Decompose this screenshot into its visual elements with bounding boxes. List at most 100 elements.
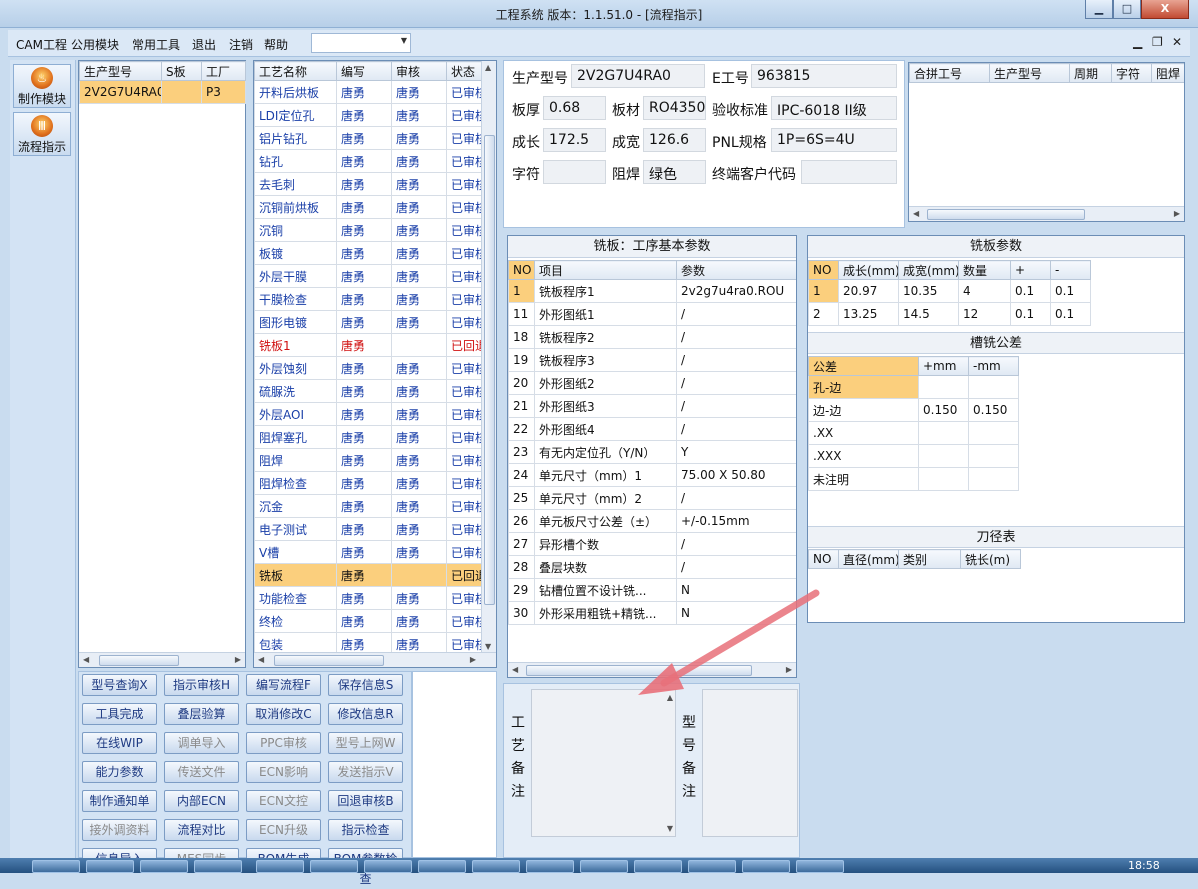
action-button[interactable]: 接外调资料 xyxy=(82,819,157,841)
table-row[interactable]: 铣板唐勇 已回退 xyxy=(254,563,483,587)
col-reviewer[interactable]: 审核 xyxy=(391,61,447,81)
table-row[interactable]: 22 外形图纸4/ xyxy=(508,417,796,441)
char-field[interactable] xyxy=(543,160,606,184)
mask-field[interactable]: 绿色 xyxy=(643,160,706,184)
col-plus-mm[interactable]: +mm xyxy=(918,356,969,376)
table-row[interactable]: 18 铣板程序2/ xyxy=(508,325,796,349)
col-combine-char[interactable]: 字符 xyxy=(1111,63,1152,83)
mdi-minimize-button[interactable]: ▁ xyxy=(1133,35,1142,49)
taskbar-app[interactable] xyxy=(32,860,80,873)
menu-exit[interactable]: 退出 xyxy=(192,36,216,53)
col-length[interactable]: 成长(mm) xyxy=(838,260,899,280)
action-button[interactable]: 编写流程F xyxy=(246,674,321,696)
close-button[interactable]: X xyxy=(1141,0,1189,19)
process-grid-vscrollbar[interactable]: ▲ ▼ xyxy=(481,61,496,653)
table-row[interactable]: 19 铣板程序3/ xyxy=(508,348,796,372)
table-row[interactable]: .XXX xyxy=(808,444,1019,468)
table-row[interactable]: .XX xyxy=(808,421,1019,445)
material-field[interactable]: RO4350B xyxy=(643,96,706,120)
col-combine-no[interactable]: 合拼工号 xyxy=(909,63,990,83)
scroll-up-icon[interactable]: ▲ xyxy=(485,63,491,72)
col-qty[interactable]: 数量 xyxy=(958,260,1011,280)
col-status[interactable]: 状态 xyxy=(446,61,483,81)
model-field[interactable]: 2V2G7U4RA0 xyxy=(571,64,705,88)
table-row[interactable]: 钻孔唐勇唐勇已审核 xyxy=(254,149,483,173)
table-row[interactable]: 23 有无内定位孔（Y/N） Y xyxy=(508,440,796,464)
col-combine-period[interactable]: 周期 xyxy=(1069,63,1112,83)
thick-field[interactable]: 0.68 xyxy=(543,96,606,120)
table-row[interactable]: 开料后烘板唐勇唐勇已审核 xyxy=(254,80,483,104)
scroll-left-icon[interactable]: ◀ xyxy=(258,655,264,664)
col-no[interactable]: NO xyxy=(808,549,839,569)
table-row[interactable]: 干膜检查唐勇唐勇已审核 xyxy=(254,287,483,311)
scroll-right-icon[interactable]: ▶ xyxy=(1174,209,1180,218)
table-row[interactable]: 阻焊唐勇唐勇已审核 xyxy=(254,448,483,472)
col-param[interactable]: 参数 xyxy=(676,260,796,280)
action-button[interactable]: 型号查询X xyxy=(82,674,157,696)
scroll-down-icon[interactable]: ▼ xyxy=(667,824,673,833)
scroll-left-icon[interactable]: ◀ xyxy=(913,209,919,218)
action-button[interactable]: ECN升级 xyxy=(246,819,321,841)
scroll-thumb[interactable] xyxy=(99,655,179,666)
col-plus[interactable]: + xyxy=(1010,260,1051,280)
table-row[interactable]: 板镀唐勇唐勇已审核 xyxy=(254,241,483,265)
mdi-restore-button[interactable]: ❐ xyxy=(1152,35,1163,49)
col-item[interactable]: 项目 xyxy=(534,260,677,280)
table-row[interactable]: 孔-边 xyxy=(808,375,1019,399)
table-row[interactable]: 终检唐勇唐勇已审核 xyxy=(254,609,483,633)
action-button[interactable]: 在线WIP xyxy=(82,732,157,754)
table-row[interactable]: 硫脲洗唐勇唐勇已审核 xyxy=(254,379,483,403)
action-button[interactable]: ECN影响 xyxy=(246,761,321,783)
col-combine-model[interactable]: 生产型号 xyxy=(989,63,1070,83)
std-field[interactable]: IPC-6018 II级 xyxy=(771,96,897,120)
taskbar-app[interactable] xyxy=(742,860,790,873)
table-row[interactable]: 铝片钻孔唐勇唐勇已审核 xyxy=(254,126,483,150)
col-minus-mm[interactable]: -mm xyxy=(968,356,1019,376)
action-button[interactable]: 内部ECN xyxy=(164,790,239,812)
action-button[interactable]: 指示审核H xyxy=(164,674,239,696)
action-button[interactable]: 调单导入 xyxy=(164,732,239,754)
menu-public[interactable]: 公用模块 xyxy=(71,36,119,53)
scroll-down-icon[interactable]: ▼ xyxy=(485,642,491,651)
pnl-field[interactable]: 1P=6S=4U xyxy=(771,128,897,152)
flow-guide-button[interactable]: Ⅲ 流程指示 xyxy=(13,112,71,156)
scroll-thumb[interactable] xyxy=(927,209,1085,220)
table-row[interactable]: 外层AOI唐勇唐勇已审核 xyxy=(254,402,483,426)
taskbar-app[interactable] xyxy=(86,860,134,873)
col-combine-mask[interactable]: 阻焊 xyxy=(1151,63,1184,83)
combine-grid-hscrollbar[interactable]: ◀ ▶ xyxy=(909,206,1184,221)
action-button[interactable]: 制作通知单 xyxy=(82,790,157,812)
col-tolerance[interactable]: 公差 xyxy=(808,356,919,376)
table-row[interactable]: 2V2G7U4RA0 P3 xyxy=(79,80,246,104)
table-row[interactable]: 1 铣板程序1 2v2g7u4ra0.ROU xyxy=(508,279,796,303)
col-width[interactable]: 成宽(mm) xyxy=(898,260,959,280)
action-button[interactable]: 取消修改C xyxy=(246,703,321,725)
action-button[interactable]: 传送文件 xyxy=(164,761,239,783)
action-button[interactable]: PPC审核 xyxy=(246,732,321,754)
table-row[interactable]: 外层蚀刻唐勇唐勇已审核 xyxy=(254,356,483,380)
menu-logout[interactable]: 注销 xyxy=(229,36,253,53)
table-row[interactable]: 26 单元板尺寸公差（±） +/-0.15mm xyxy=(508,509,796,533)
table-row[interactable]: 去毛刺唐勇唐勇已审核 xyxy=(254,172,483,196)
table-row[interactable]: 沉铜前烘板唐勇唐勇已审核 xyxy=(254,195,483,219)
action-button[interactable]: 流程对比 xyxy=(164,819,239,841)
taskbar-app[interactable] xyxy=(688,860,736,873)
table-row[interactable]: 沉铜唐勇唐勇已审核 xyxy=(254,218,483,242)
table-row[interactable]: 25 单元尺寸（mm）2/ xyxy=(508,486,796,510)
table-row[interactable]: 阻焊塞孔唐勇唐勇已审核 xyxy=(254,425,483,449)
table-row[interactable]: V槽唐勇唐勇已审核 xyxy=(254,540,483,564)
action-button[interactable]: 型号上网W xyxy=(328,732,403,754)
table-row[interactable]: LDI定位孔唐勇唐勇已审核 xyxy=(254,103,483,127)
table-row[interactable]: 未注明 xyxy=(808,467,1019,491)
col-writer[interactable]: 编写 xyxy=(336,61,392,81)
scroll-right-icon[interactable]: ▶ xyxy=(470,655,476,664)
maximize-button[interactable]: □ xyxy=(1113,0,1141,19)
make-module-button[interactable]: ♨ 制作模块 xyxy=(13,64,71,108)
taskbar-app[interactable] xyxy=(256,860,304,873)
taskbar-app[interactable] xyxy=(310,860,358,873)
model-grid-hscrollbar[interactable]: ◀ ▶ xyxy=(79,652,245,667)
taskbar-app[interactable] xyxy=(194,860,242,873)
col-factory[interactable]: 工厂 xyxy=(201,61,246,81)
menu-dropdown[interactable]: ▼ xyxy=(311,33,411,53)
scroll-left-icon[interactable]: ◀ xyxy=(512,665,518,674)
